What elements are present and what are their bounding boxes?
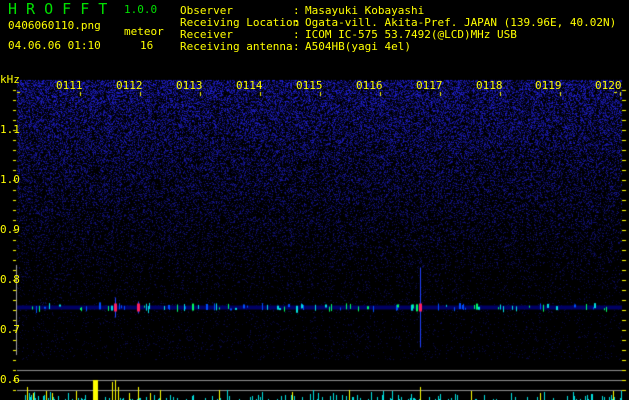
time-label: 0112: [116, 79, 143, 92]
freq-tick-label: 0.8: [0, 273, 20, 286]
spectrogram-canvas: [0, 0, 629, 400]
app-version: 1.0.0: [124, 3, 158, 16]
freq-tick-label: 1.1: [0, 123, 20, 136]
time-label: 0115: [296, 79, 323, 92]
freq-tick-label: 1.0: [0, 173, 20, 186]
filename: 0406060110.png: [8, 19, 101, 32]
time-label: 0114: [236, 79, 263, 92]
time-label: 0116: [356, 79, 383, 92]
meteor-label: meteor: [124, 25, 164, 38]
info-value-antenna: A504HB(yagi 4el): [305, 40, 411, 53]
time-label: 0111: [56, 79, 83, 92]
freq-tick-label: 0.7: [0, 323, 20, 336]
freq-tick-label: 0.6: [0, 373, 20, 386]
time-label: 0119: [535, 79, 562, 92]
time-label: 0120: [595, 79, 622, 92]
meteor-count: 16: [140, 39, 154, 52]
app-name: H R O F F T: [8, 0, 108, 18]
time-label: 0118: [476, 79, 503, 92]
time-label: 0117: [416, 79, 443, 92]
info-label-antenna: Receiving antenna: [180, 40, 293, 53]
time-label: 0113: [176, 79, 203, 92]
freq-tick-label: 0.9: [0, 223, 20, 236]
datetime: 04.06.06 01:10: [8, 39, 101, 52]
unit-label: kHz: [0, 73, 20, 86]
colon: :: [293, 40, 300, 53]
hrofft-window: H R O F F T 1.0.0 0406060110.png 04.06.0…: [0, 0, 629, 400]
